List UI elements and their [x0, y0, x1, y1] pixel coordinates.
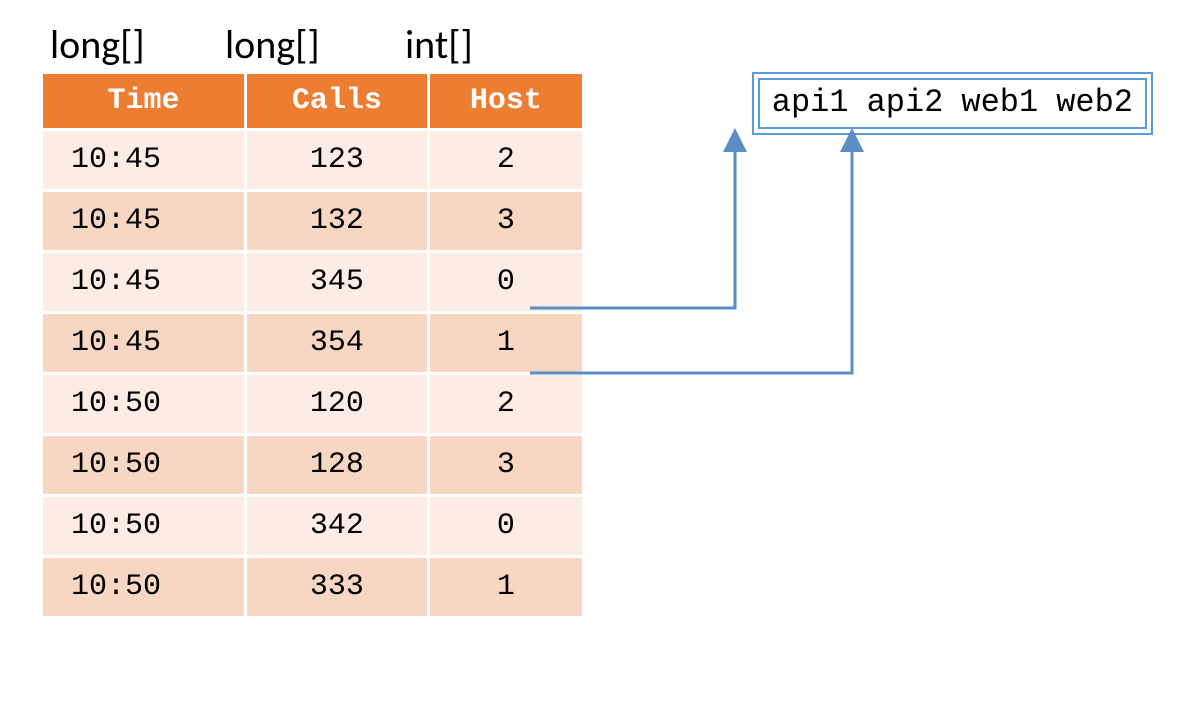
lookup-item: api1 [772, 84, 849, 121]
cell-calls: 132 [247, 192, 427, 250]
cell-calls: 120 [247, 375, 427, 433]
table-row: 10:50 342 0 [43, 497, 582, 555]
host-lookup-box: api1 api2 web1 web2 [758, 78, 1147, 129]
table-row: 10:50 120 2 [43, 375, 582, 433]
cell-host: 2 [430, 131, 582, 189]
host-lookup-items: api1 api2 web1 web2 [772, 84, 1133, 121]
cell-time: 10:45 [43, 131, 244, 189]
column-header-host: Host [430, 74, 582, 128]
table-row: 10:45 123 2 [43, 131, 582, 189]
type-label-host: int[] [405, 20, 545, 69]
cell-time: 10:50 [43, 497, 244, 555]
type-labels-row: long[] long[] int[] [50, 20, 1179, 69]
table-row: 10:50 333 1 [43, 558, 582, 616]
cell-calls: 333 [247, 558, 427, 616]
table-row: 10:45 354 1 [43, 314, 582, 372]
cell-calls: 128 [247, 436, 427, 494]
cell-host: 0 [430, 497, 582, 555]
cell-time: 10:50 [43, 558, 244, 616]
type-label-calls: long[] [225, 20, 405, 69]
cell-time: 10:50 [43, 375, 244, 433]
type-label-time: long[] [50, 20, 225, 69]
cell-time: 10:50 [43, 436, 244, 494]
column-header-calls: Calls [247, 74, 427, 128]
lookup-item: web2 [1056, 84, 1133, 121]
cell-time: 10:45 [43, 314, 244, 372]
table-row: 10:45 132 3 [43, 192, 582, 250]
cell-calls: 345 [247, 253, 427, 311]
cell-calls: 354 [247, 314, 427, 372]
cell-host: 3 [430, 192, 582, 250]
cell-host: 0 [430, 253, 582, 311]
cell-time: 10:45 [43, 192, 244, 250]
table-row: 10:45 345 0 [43, 253, 582, 311]
cell-host: 2 [430, 375, 582, 433]
column-header-time: Time [43, 74, 244, 128]
cell-host: 1 [430, 314, 582, 372]
lookup-item: web1 [961, 84, 1038, 121]
data-table: Time Calls Host 10:45 123 2 10:45 132 3 … [40, 71, 585, 619]
cell-calls: 342 [247, 497, 427, 555]
table-header-row: Time Calls Host [43, 74, 582, 128]
cell-host: 3 [430, 436, 582, 494]
lookup-item: api2 [867, 84, 944, 121]
cell-host: 1 [430, 558, 582, 616]
table-row: 10:50 128 3 [43, 436, 582, 494]
cell-calls: 123 [247, 131, 427, 189]
cell-time: 10:45 [43, 253, 244, 311]
